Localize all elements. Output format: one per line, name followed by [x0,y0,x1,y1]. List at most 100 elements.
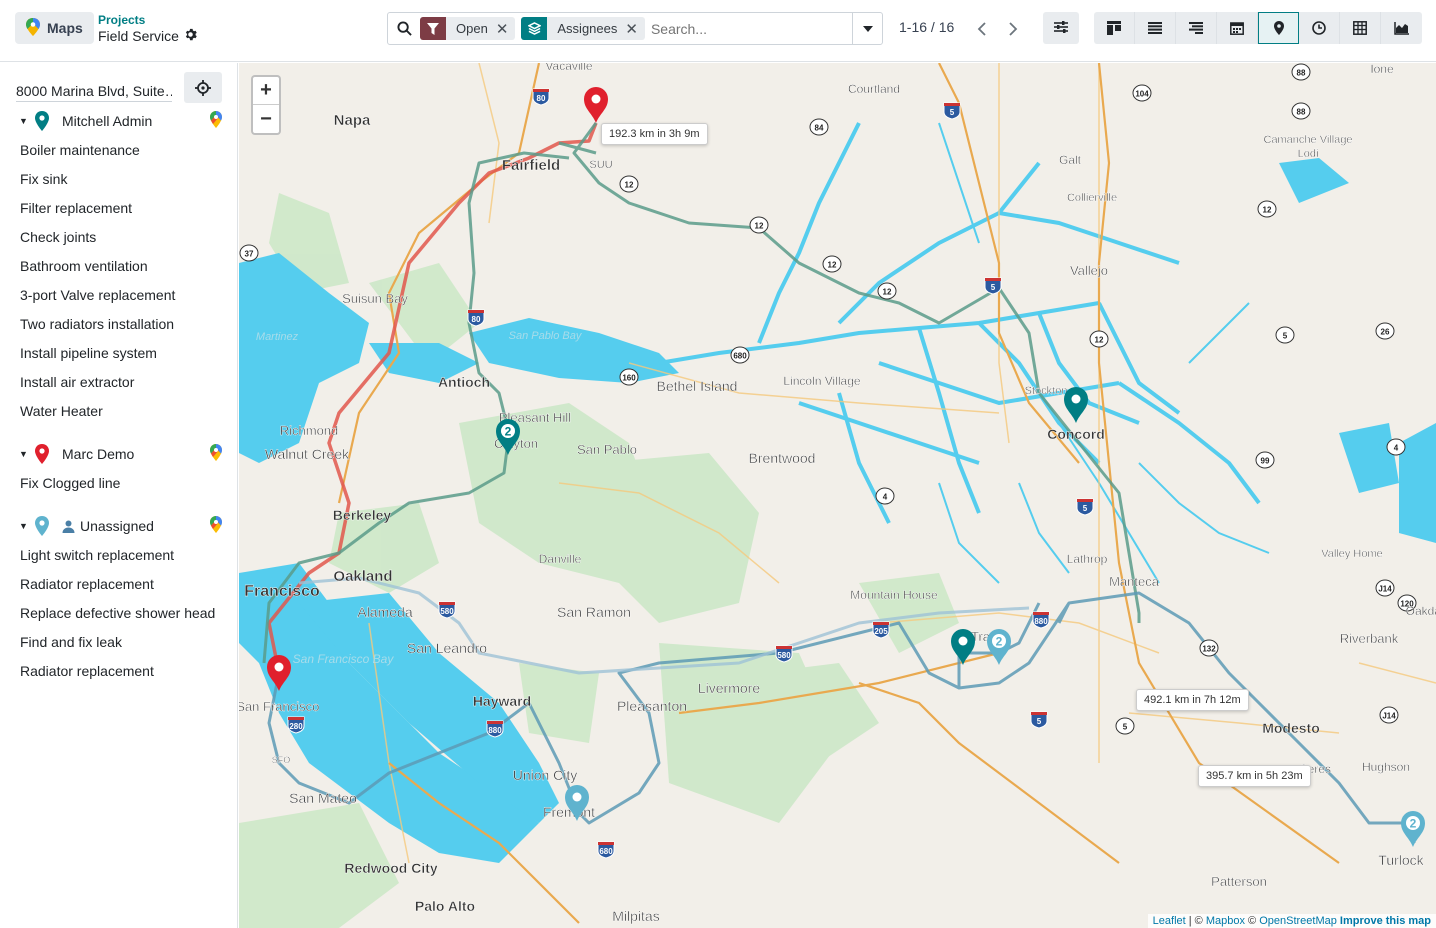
interstate-shield: 5 [943,102,961,120]
route-shield: J14 [1375,579,1395,597]
map-canvas[interactable]: 80 84 5 104 88 88 12 12 12 12 12 37 5 80 12 5 26 680 160 4 9… [239,63,1436,928]
caret-down-icon[interactable]: ▼ [19,116,31,126]
interstate-shield: 880 [486,720,504,738]
gantt-icon [1189,22,1203,34]
task-item[interactable]: Two radiators installation [20,316,174,332]
group-header[interactable]: ▼ Unassigned [19,516,222,536]
google-maps-icon[interactable] [210,444,222,464]
svg-text:880: 880 [1034,617,1048,626]
interstate-shield: 680 [597,841,615,859]
task-item[interactable]: Boiler maintenance [20,142,140,158]
place-label: Pleasanton [617,698,687,714]
place-label: Valley Home [1321,548,1383,560]
osm-link[interactable]: OpenStreetMap [1259,915,1337,927]
remove-facet-icon[interactable]: ✕ [625,20,645,38]
search-bar[interactable]: Open ✕ Assignees ✕ [387,12,883,45]
records-sidebar: 8000 Marina Blvd, Suite… ▼ Mitchell Admin… [0,63,238,928]
task-item[interactable]: Install air extractor [20,374,134,390]
route-shield: 37 [239,244,259,262]
map-attribution: Leaflet | © Mapbox © OpenStreetMap Impro… [1147,914,1436,928]
graph-view-button[interactable] [1381,12,1422,44]
place-label: Bethel Island [657,378,738,394]
mapbox-link[interactable]: Mapbox [1206,915,1245,927]
svg-text:88: 88 [1297,69,1306,78]
svg-text:160: 160 [622,374,636,383]
search-input[interactable] [650,20,851,37]
svg-text:84: 84 [815,124,824,133]
route-shield: 26 [1375,322,1395,340]
place-label: Fairfield [502,157,560,174]
marker-count: 2 [1410,817,1417,831]
caret-down-icon[interactable]: ▼ [19,521,31,531]
task-item[interactable]: Light switch replacement [20,547,174,563]
task-item[interactable]: 3-port Valve replacement [20,287,175,303]
place-label: Lathrop [1067,552,1108,566]
task-item[interactable]: Replace defective shower head [20,605,215,621]
task-item[interactable]: Radiator replacement [20,576,154,592]
facet-open: Open ✕ [420,17,516,40]
facet-label: Assignees [557,21,618,36]
locate-button[interactable] [184,72,222,103]
task-item[interactable]: Install pipeline system [20,345,157,361]
gear-icon[interactable] [184,28,197,44]
group-name: Marc Demo [62,446,135,462]
breadcrumb-parent[interactable]: Projects [98,12,197,28]
place-label: Berkeley [333,507,392,523]
calendar-view-button[interactable] [1217,12,1258,44]
filters-toggle-button[interactable] [1043,12,1079,44]
activity-view-button[interactable] [1299,12,1340,44]
kanban-view-button[interactable] [1094,12,1135,44]
place-label: San Ramon [557,604,631,620]
area-chart-icon [1394,21,1409,35]
google-maps-icon[interactable] [210,516,222,536]
zoom-out-button[interactable]: − [253,105,279,133]
marker-unassigned-tracy: 2 [987,629,1011,665]
maps-app-button[interactable]: Maps [15,12,94,44]
place-label: Stockton [1025,385,1068,397]
place-label: Martinez [256,331,299,343]
sliders-icon [1054,20,1068,36]
list-view-button[interactable] [1135,12,1176,44]
place-label: Patterson [1211,874,1267,889]
task-item[interactable]: Bathroom ventilation [20,258,148,274]
task-item[interactable]: Radiator replacement [20,663,154,679]
gantt-view-button[interactable] [1176,12,1217,44]
previous-page-button[interactable] [966,14,996,43]
zoom-in-button[interactable]: + [253,77,279,105]
svg-text:12: 12 [625,181,634,190]
group-header[interactable]: ▼ Marc Demo [19,444,222,464]
search-options-toggle[interactable] [852,13,882,44]
group-name: Unassigned [80,518,154,534]
calendar-icon [1230,22,1244,35]
pager-nav [966,14,1028,43]
place-label: San Mateo [289,790,357,806]
map-pin-icon [35,444,53,464]
interstate-shield: 80 [467,309,485,327]
task-item[interactable]: Fix sink [20,171,67,187]
task-item[interactable]: Check joints [20,229,96,245]
place-label: Vallejo [1070,263,1108,278]
leaflet-link[interactable]: Leaflet [1153,915,1186,927]
task-item[interactable]: Find and fix leak [20,634,122,650]
facet-assignees: Assignees ✕ [521,17,645,40]
marker-count: 2 [505,425,512,439]
start-address-field[interactable]: 8000 Marina Blvd, Suite… [16,83,172,102]
improve-map-link[interactable]: Improve this map [1340,915,1431,927]
remove-facet-icon[interactable]: ✕ [496,20,516,38]
task-item[interactable]: Filter replacement [20,200,132,216]
pager-value[interactable]: 1-16 / 16 [899,19,954,35]
pivot-view-button[interactable] [1340,12,1381,44]
group-header[interactable]: ▼ Mitchell Admin [19,111,222,131]
svg-text:12: 12 [1263,206,1272,215]
map-view-button[interactable] [1258,12,1299,44]
google-maps-icon[interactable] [210,111,222,131]
map-pin-icon [1273,21,1284,35]
route-shield: 88 [1291,102,1311,120]
task-item[interactable]: Fix Clogged line [20,475,120,491]
user-icon [62,520,75,533]
task-item[interactable]: Water Heater [20,403,103,419]
next-page-button[interactable] [998,14,1028,43]
place-label: Manteca [1109,574,1160,589]
svg-text:5: 5 [991,283,996,292]
caret-down-icon[interactable]: ▼ [19,449,31,459]
